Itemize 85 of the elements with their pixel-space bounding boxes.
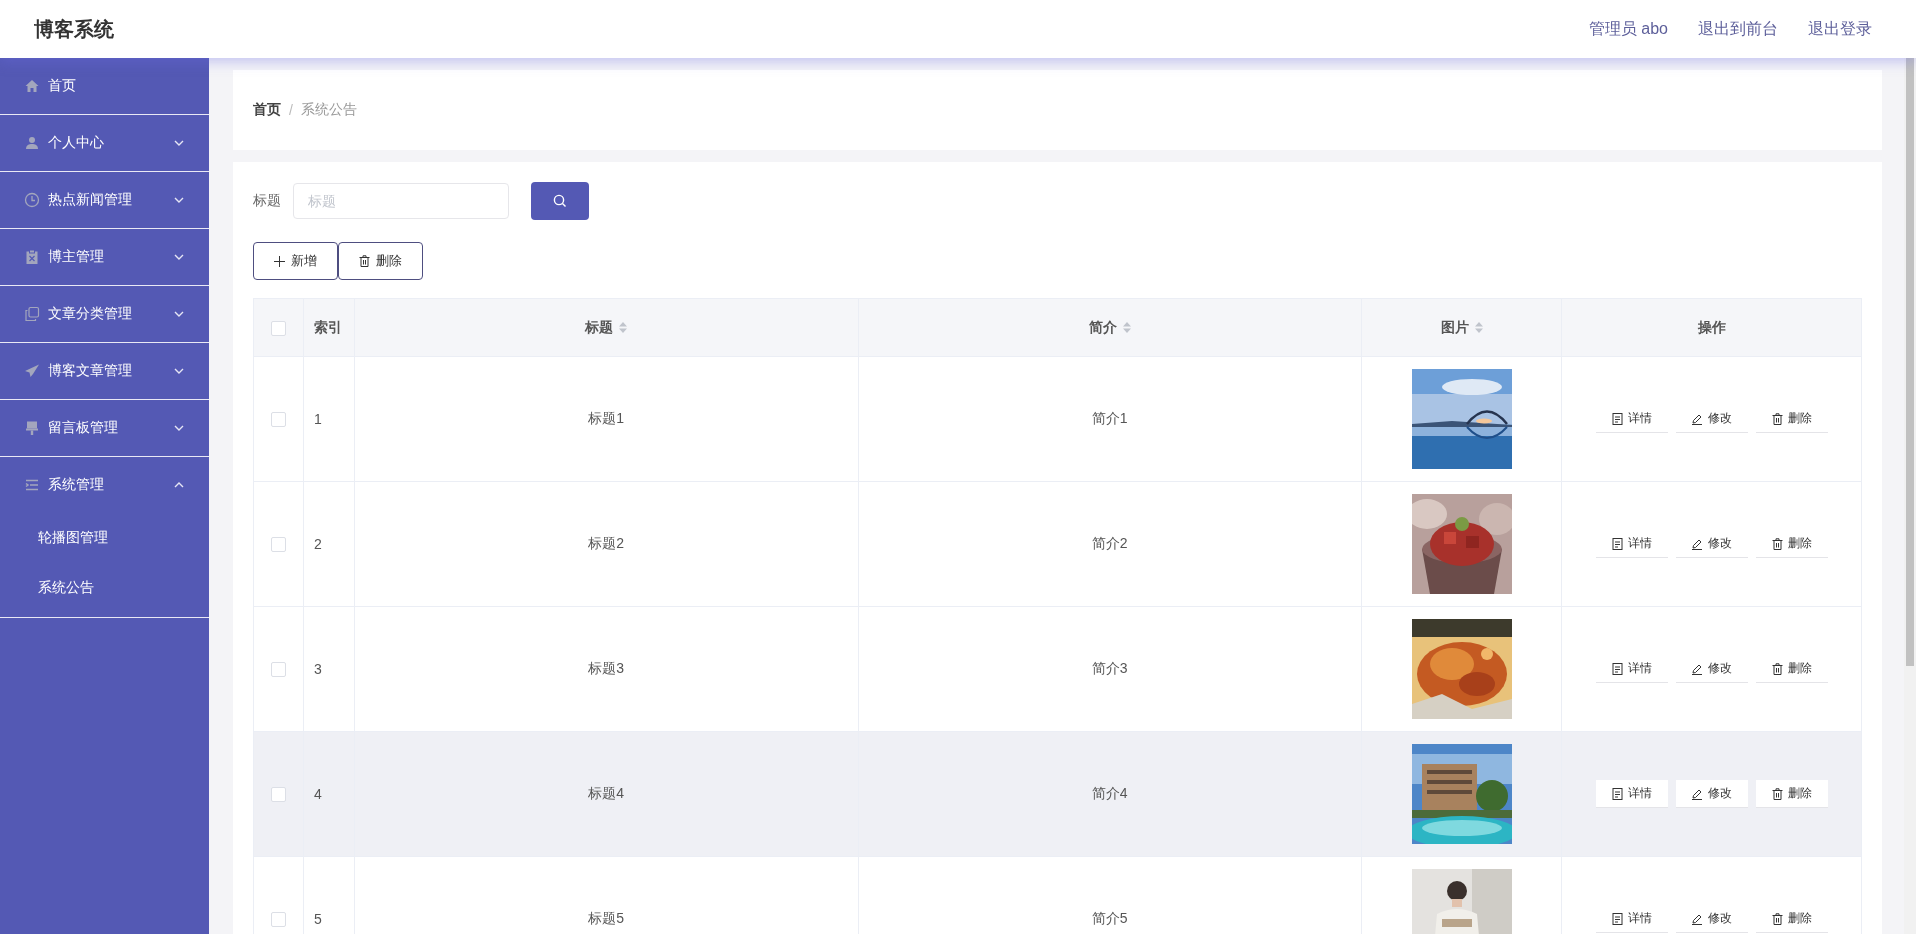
row-checkbox[interactable] — [271, 912, 286, 928]
header-link[interactable]: 退出登录 — [1808, 18, 1872, 40]
column-header: 操作 — [1561, 298, 1862, 357]
table-row[interactable]: 3 标题3 简介3 详情 修改 删除 — [253, 606, 1862, 732]
sidebar-item[interactable]: 热点新闻管理 — [0, 172, 209, 229]
trash-icon — [1771, 537, 1783, 550]
header-link[interactable]: 管理员 abo — [1588, 18, 1668, 40]
sidebar-item[interactable]: 文章分类管理 — [0, 286, 209, 343]
home-icon — [24, 78, 40, 94]
table-row[interactable]: 2 标题2 简介2 详情 修改 删除 — [253, 481, 1862, 607]
search-button[interactable] — [531, 182, 589, 220]
table-row[interactable]: 5 标题5 简介5 详情 修改 删除 — [253, 856, 1862, 934]
column-header: 索引 — [303, 298, 355, 357]
row-checkbox[interactable] — [271, 537, 286, 553]
index-cell: 2 — [314, 536, 322, 552]
clock-icon — [24, 192, 40, 208]
trash-icon — [359, 255, 370, 267]
edit-button[interactable]: 修改 — [1675, 780, 1748, 808]
sidebar-item[interactable]: 留言板管理 — [0, 400, 209, 457]
table-row[interactable]: 1 标题1 简介1 详情 修改 删除 — [253, 356, 1862, 482]
breadcrumb-item[interactable]: 首页 — [253, 101, 281, 119]
intro-cell: 简介5 — [1091, 910, 1128, 926]
column-header[interactable]: 图片 — [1361, 298, 1562, 357]
sidebar-item[interactable]: 首页 — [0, 58, 209, 115]
trash-icon — [1771, 412, 1783, 425]
paper-plane-icon — [24, 363, 40, 379]
search-field[interactable]: 标题 — [293, 183, 509, 219]
copy-icon — [24, 306, 40, 322]
pencil-icon — [1691, 787, 1703, 800]
title-cell: 标题1 — [588, 410, 625, 426]
plus-icon — [274, 255, 285, 267]
delete-button[interactable]: 删除 — [1755, 780, 1828, 808]
sort-icon — [1474, 322, 1483, 333]
sort-icon — [619, 322, 628, 333]
document-icon — [1611, 912, 1623, 925]
pencil-icon — [1691, 537, 1703, 550]
header-link[interactable]: 退出到前台 — [1698, 18, 1778, 40]
select-all-checkbox[interactable] — [271, 320, 286, 336]
add-button[interactable]: 新增 — [253, 242, 338, 280]
intro-cell: 简介2 — [1091, 535, 1128, 551]
title-cell: 标题3 — [588, 660, 625, 676]
search-icon — [553, 194, 567, 208]
title-cell: 标题4 — [588, 785, 625, 801]
table-row[interactable]: 4 标题4 简介4 详情 修改 删除 — [253, 731, 1862, 857]
trash-icon — [1771, 787, 1783, 800]
sidebar-subitem[interactable]: 系统公告 — [0, 563, 209, 613]
search-label: 标题 — [253, 192, 281, 210]
detail-button[interactable]: 详情 — [1595, 780, 1668, 808]
row-checkbox[interactable] — [271, 412, 286, 428]
sidebar-item[interactable]: 个人中心 — [0, 115, 209, 172]
document-icon — [1611, 537, 1623, 550]
breadcrumb-separator: / — [289, 102, 293, 118]
trash-icon — [1771, 662, 1783, 675]
list-icon — [24, 477, 40, 493]
intro-cell: 简介3 — [1091, 660, 1128, 676]
pencil-icon — [1691, 912, 1703, 925]
document-icon — [1611, 662, 1623, 675]
app-title: 博客系统 — [34, 16, 114, 42]
pencil-icon — [1691, 662, 1703, 675]
pencil-icon — [1691, 412, 1703, 425]
title-cell: 标题2 — [588, 535, 625, 551]
index-cell: 5 — [314, 911, 322, 927]
title-cell: 标题5 — [588, 910, 625, 926]
column-header[interactable]: 标题 — [354, 298, 858, 357]
sort-icon — [1122, 322, 1131, 333]
scrollbar[interactable] — [1904, 58, 1916, 934]
intro-cell: 简介1 — [1091, 410, 1128, 426]
delete-button[interactable]: 删除 — [338, 242, 423, 280]
column-header[interactable]: 简介 — [858, 298, 1362, 357]
index-cell: 3 — [314, 661, 322, 677]
sidebar-item[interactable]: 系统管理 — [0, 457, 209, 513]
row-checkbox[interactable] — [271, 662, 286, 678]
clipboard-icon — [24, 249, 40, 265]
trash-icon — [1771, 912, 1783, 925]
sidebar-item[interactable]: 博主管理 — [0, 229, 209, 286]
document-icon — [1611, 787, 1623, 800]
sidebar-item[interactable]: 博客文章管理 — [0, 343, 209, 400]
intro-cell: 简介4 — [1091, 785, 1128, 801]
document-icon — [1611, 412, 1623, 425]
user-icon — [24, 135, 40, 151]
index-cell: 1 — [314, 411, 322, 427]
brush-icon — [24, 420, 40, 436]
sidebar-subitem[interactable]: 轮播图管理 — [0, 513, 209, 563]
index-cell: 4 — [314, 786, 322, 802]
row-checkbox[interactable] — [271, 787, 286, 803]
